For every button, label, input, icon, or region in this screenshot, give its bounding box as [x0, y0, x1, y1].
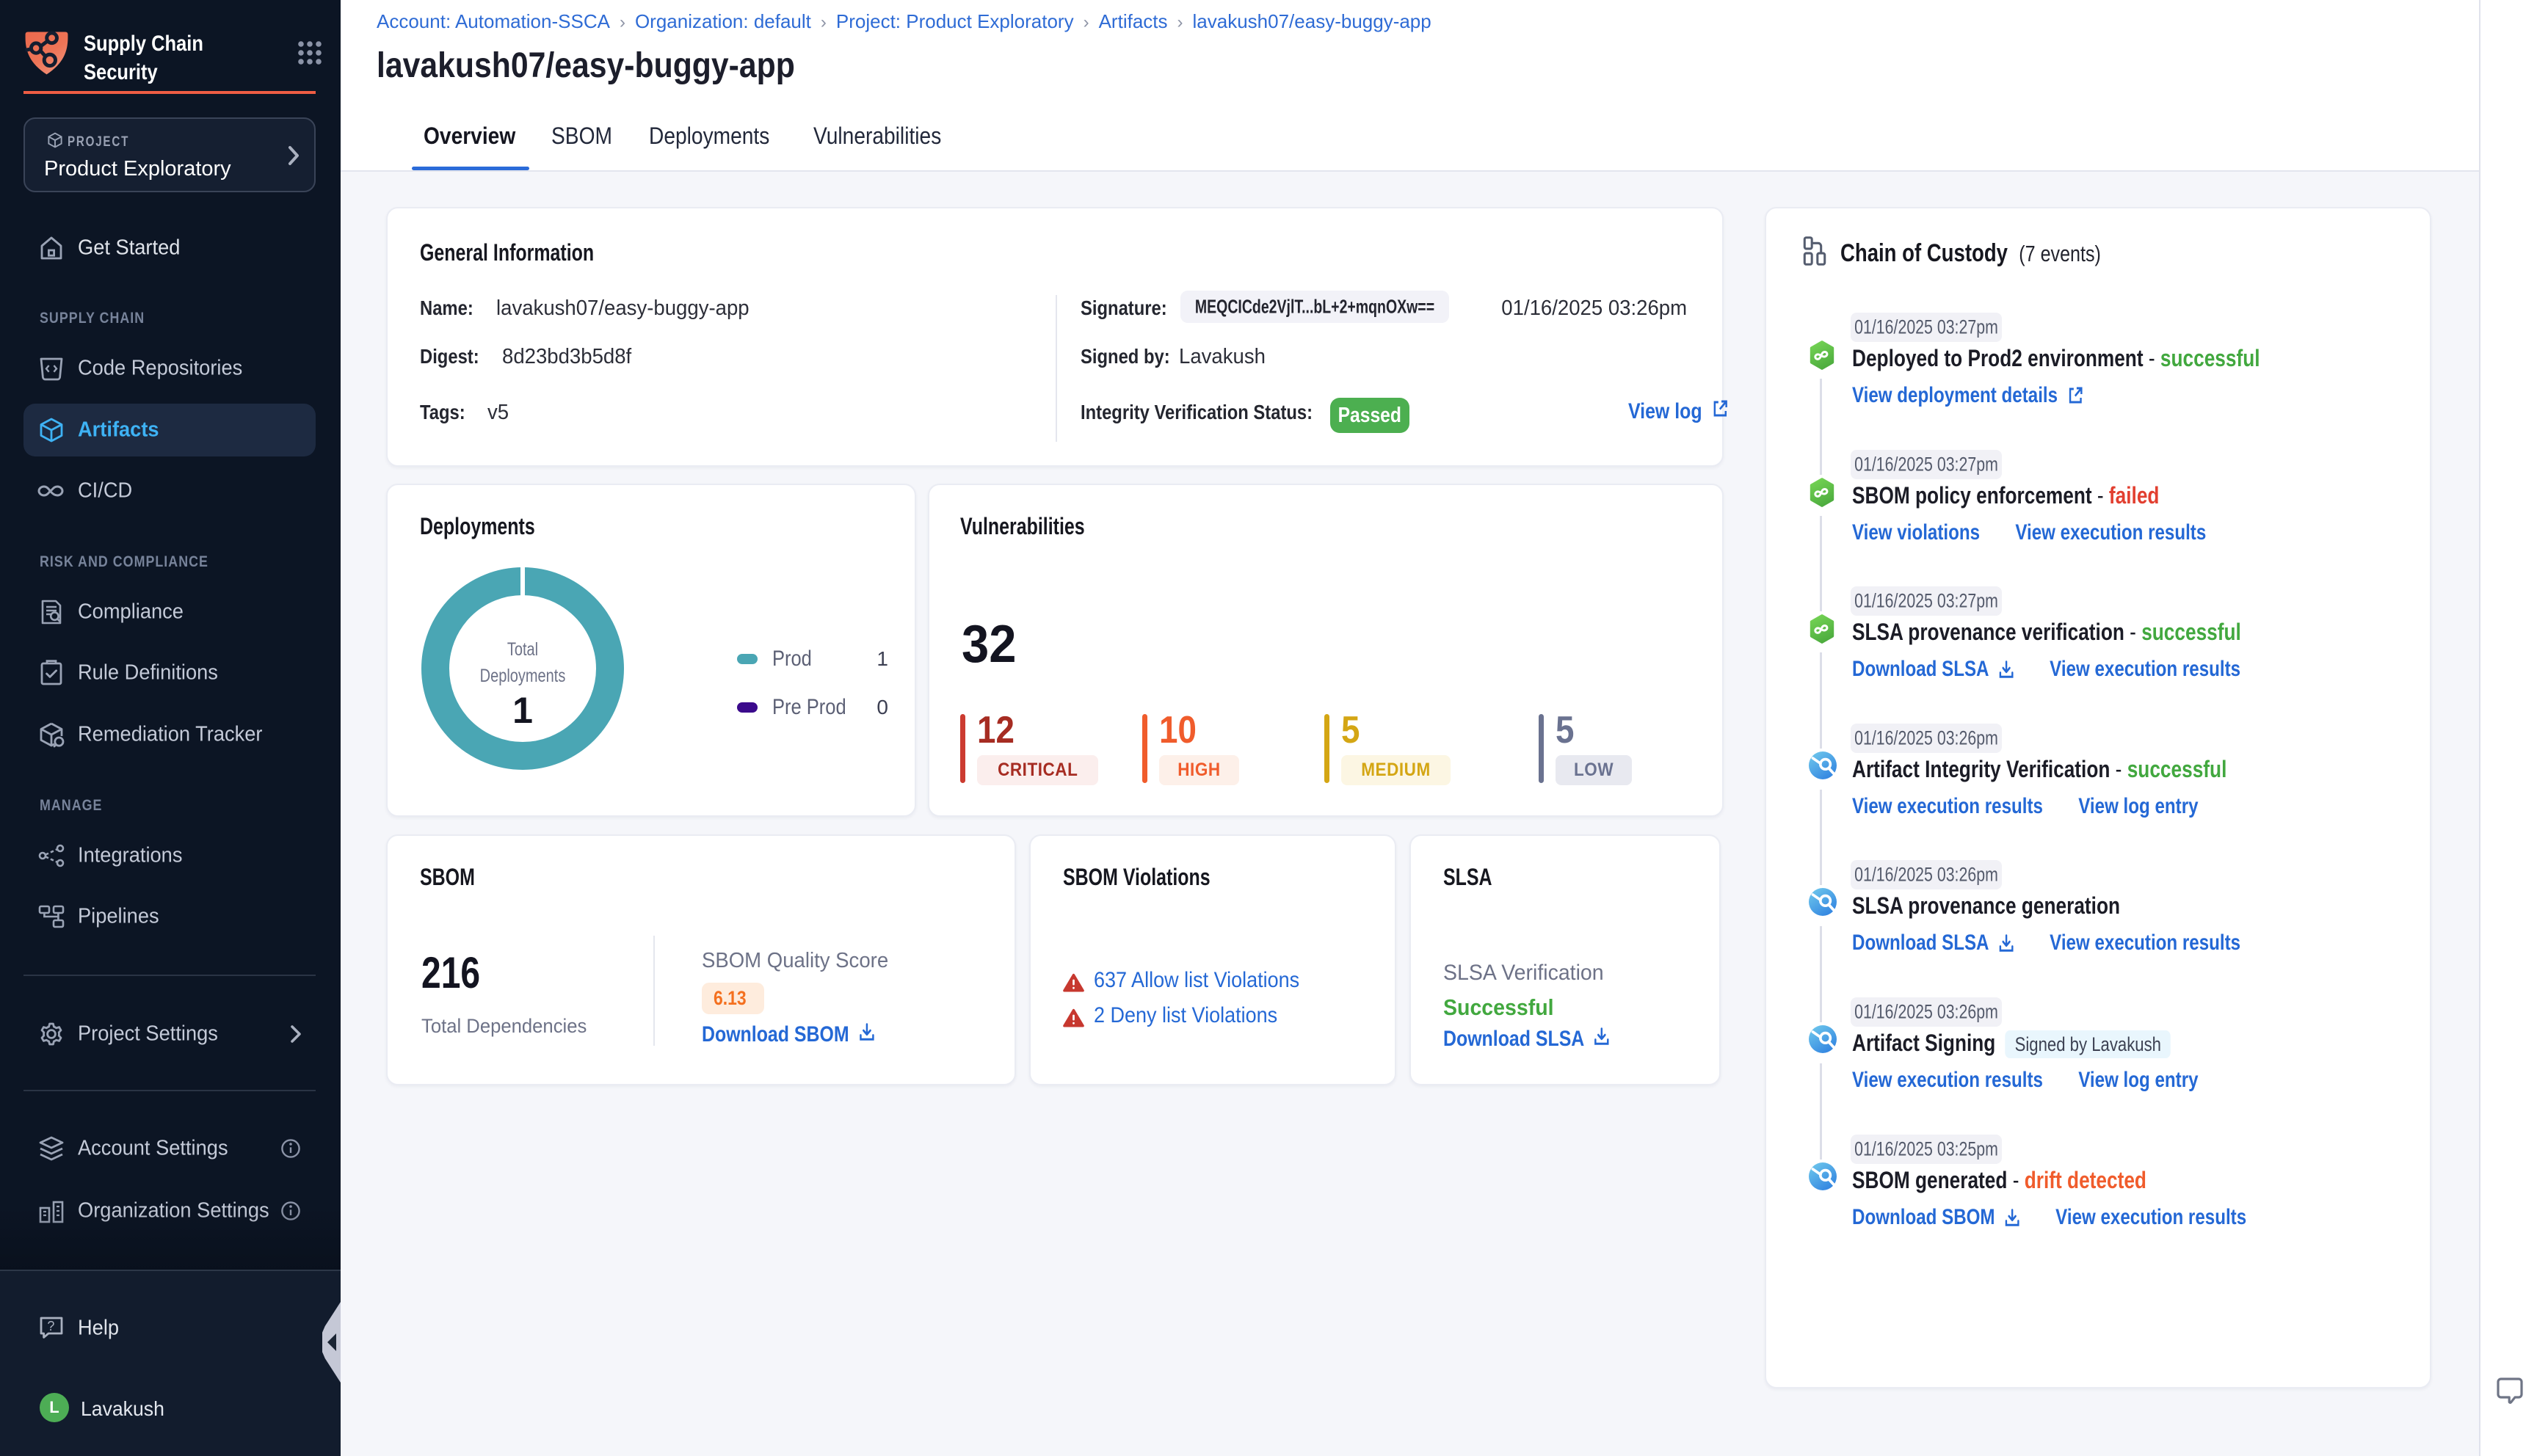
svg-text:?: ? [47, 1319, 54, 1333]
